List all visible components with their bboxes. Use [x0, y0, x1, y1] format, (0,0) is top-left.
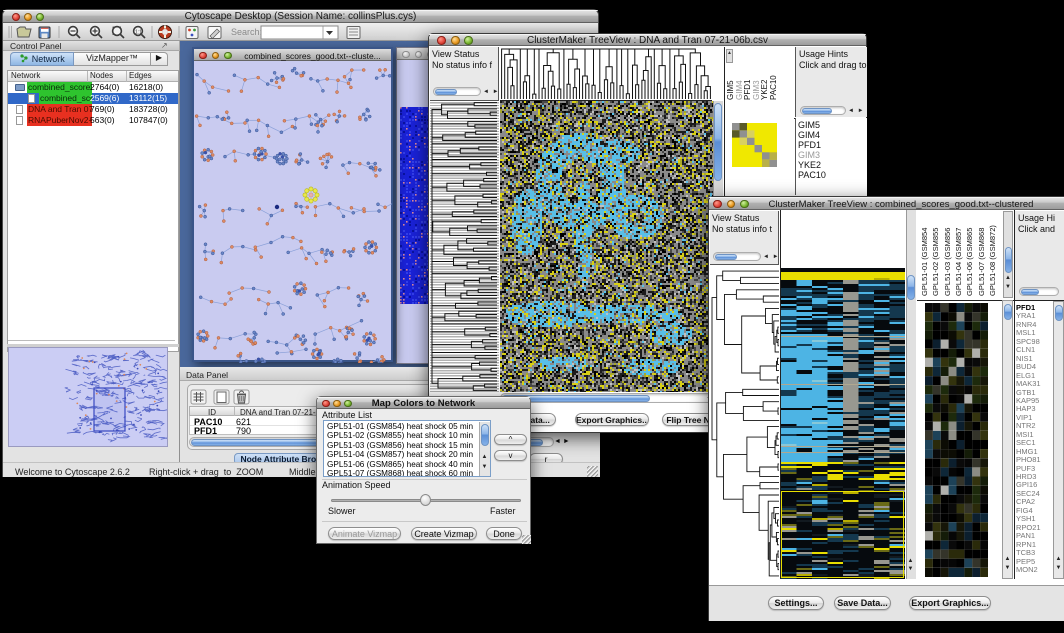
- svg-text:Search:: Search:: [231, 27, 262, 37]
- svg-text:1:1: 1:1: [135, 30, 142, 36]
